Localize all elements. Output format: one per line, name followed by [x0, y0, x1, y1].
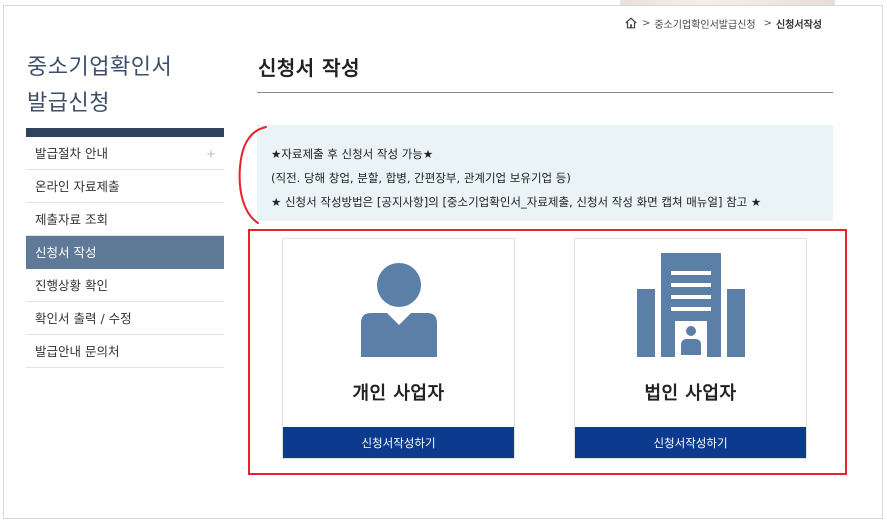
card-personal-business[interactable]: 개인 사업자 신청서작성하기 [282, 238, 515, 459]
notice-box: ★자료제출 후 신청서 작성 가능★ (직전. 당해 창업, 분할, 합병, 간… [257, 125, 833, 221]
sidebar-title-line1: 중소기업확인서 [27, 55, 173, 80]
sidebar-item-online-submit[interactable]: 온라인 자료제출 [26, 170, 224, 203]
breadcrumb-separator: > [642, 17, 651, 29]
sidebar-item-label: 진행상황 확인 [35, 278, 108, 293]
breadcrumb-item-current: 신청서작성 [775, 19, 822, 31]
sidebar-title-line2: 발급신청 [27, 91, 110, 116]
sidebar-item-label: 발급절차 안내 [35, 146, 108, 161]
icon-container [283, 251, 514, 363]
card-label: 개인 사업자 [352, 383, 445, 404]
red-annotation-curve [238, 126, 267, 224]
apply-button-corporate[interactable]: 신청서작성하기 [575, 427, 806, 458]
title-divider [257, 92, 833, 93]
sidebar-bar [26, 128, 224, 137]
icon-container [575, 251, 806, 363]
person-icon [360, 263, 437, 357]
sidebar-item-contact[interactable]: 발급안내 문의처 [26, 335, 224, 368]
sidebar-item-application[interactable]: 신청서 작성 [26, 236, 224, 269]
expand-plus-icon[interactable]: + [206, 137, 216, 171]
sidebar-item-label: 발급안내 문의처 [35, 344, 120, 359]
breadcrumb-item-apply[interactable]: 중소기업확인서발급신청 [654, 16, 755, 31]
sidebar-item-label: 제출자료 조회 [35, 212, 108, 227]
notice-line: ★ 신청서 작성방법은 [공지사항]의 [중소기업확인서_자료제출, 신청서 작… [271, 195, 762, 209]
card-corporate-business[interactable]: 법인 사업자 신청서작성하기 [574, 238, 807, 459]
building-icon [636, 253, 745, 357]
header-decoration [620, 0, 835, 5]
card-label: 법인 사업자 [644, 383, 737, 404]
sidebar-item-label: 온라인 자료제출 [35, 179, 120, 194]
breadcrumb: > 중소기업확인서발급신청 > 신청서작성 [624, 14, 822, 32]
sidebar-item-submitted-lookup[interactable]: 제출자료 조회 [26, 203, 224, 236]
page-title: 신청서 작성 [258, 56, 360, 80]
sidebar-title: 중소기업확인서 발급신청 [27, 50, 227, 122]
breadcrumb-separator: > [763, 17, 772, 29]
notice-line: (직전. 당해 창업, 분할, 합병, 간편장부, 관계기업 보유기업 등) [271, 171, 571, 185]
home-icon[interactable] [624, 16, 638, 30]
apply-button-personal[interactable]: 신청서작성하기 [283, 427, 514, 458]
sidebar-item-label: 확인서 출력 / 수정 [35, 311, 132, 326]
sidebar-item-label: 신청서 작성 [35, 245, 97, 260]
notice-line: ★자료제출 후 신청서 작성 가능★ [271, 147, 434, 161]
sidebar-item-procedure[interactable]: 발급절차 안내 + [26, 137, 224, 170]
sidebar-item-progress[interactable]: 진행상황 확인 [26, 269, 224, 302]
sidebar-item-print[interactable]: 확인서 출력 / 수정 [26, 302, 224, 335]
sidebar-menu: 발급절차 안내 + 온라인 자료제출 제출자료 조회 신청서 작성 진행상황 확… [26, 137, 224, 368]
